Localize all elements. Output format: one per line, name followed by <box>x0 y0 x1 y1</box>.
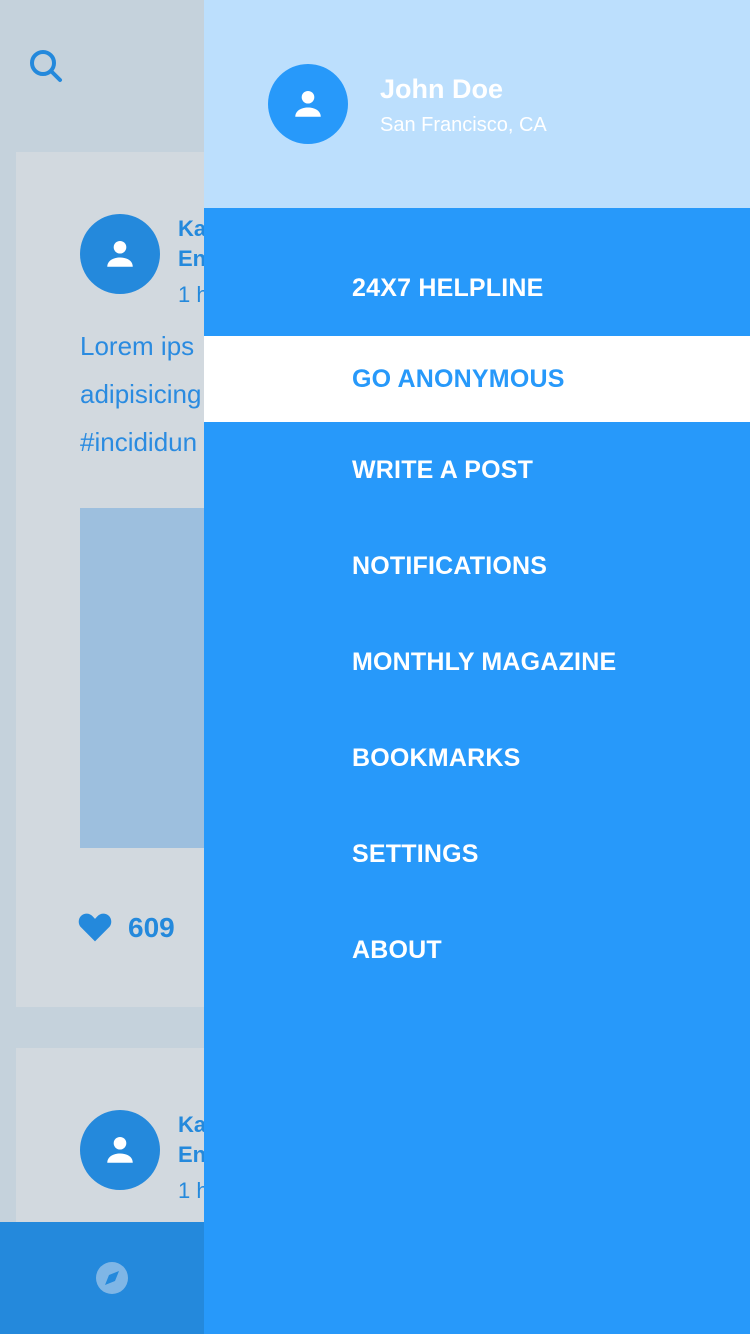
author-name[interactable]: Ka <box>178 1110 206 1140</box>
author-role: En <box>178 246 207 271</box>
drawer-menu: 24X7 HELPLINE GO ANONYMOUS WRITE A POST … <box>204 240 750 998</box>
author-avatar[interactable] <box>80 1110 160 1190</box>
navigation-drawer: John Doe San Francisco, CA 24X7 HELPLINE… <box>204 0 750 1334</box>
like-count: 609 <box>128 912 175 943</box>
user-avatar[interactable] <box>268 64 348 144</box>
menu-item-monthly-magazine[interactable]: MONTHLY MAGAZINE <box>204 614 750 710</box>
user-name: John Doe <box>380 74 504 104</box>
search-icon <box>30 50 62 82</box>
author-avatar[interactable] <box>80 214 160 294</box>
menu-item-settings[interactable]: SETTINGS <box>204 806 750 902</box>
search-button[interactable] <box>28 48 64 84</box>
menu-item-helpline[interactable]: 24X7 HELPLINE <box>204 240 750 336</box>
heart-icon <box>78 913 112 942</box>
explore-tab[interactable] <box>94 1260 130 1296</box>
menu-item-notifications[interactable]: NOTIFICATIONS <box>204 518 750 614</box>
person-icon <box>295 90 321 117</box>
author-role: En <box>178 1142 207 1167</box>
menu-item-write-post[interactable]: WRITE A POST <box>204 422 750 518</box>
author-name[interactable]: Ka <box>178 214 206 244</box>
person-icon <box>107 1136 133 1163</box>
menu-item-about[interactable]: ABOUT <box>204 902 750 998</box>
like-button[interactable] <box>78 912 112 942</box>
compass-icon <box>96 1262 128 1294</box>
drawer-profile-header[interactable]: John Doe San Francisco, CA <box>204 0 750 208</box>
person-icon <box>107 240 133 267</box>
menu-item-bookmarks[interactable]: BOOKMARKS <box>204 710 750 806</box>
menu-item-go-anonymous[interactable]: GO ANONYMOUS <box>204 336 750 422</box>
user-location: San Francisco, CA <box>380 114 547 136</box>
